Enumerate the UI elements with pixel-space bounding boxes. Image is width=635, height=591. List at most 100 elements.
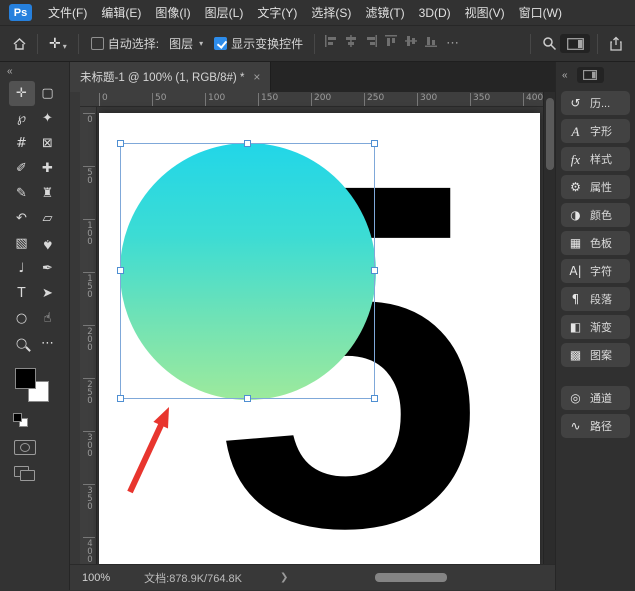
- hand-icon: ☝: [44, 312, 52, 325]
- panel-tab-channels[interactable]: ◎通道: [561, 386, 630, 410]
- screen-mode-button[interactable]: [14, 466, 36, 482]
- frame-tool[interactable]: ⊠: [35, 131, 61, 156]
- menu-layer[interactable]: 图层(L): [198, 4, 251, 21]
- quick-select-icon: ✦: [42, 112, 53, 125]
- align-bottom-icon[interactable]: [424, 34, 438, 53]
- menu-view[interactable]: 视图(V): [458, 4, 512, 21]
- transform-handle-n[interactable]: [244, 140, 251, 147]
- hand-tool[interactable]: ☝: [35, 306, 61, 331]
- align-left-icon[interactable]: [324, 34, 338, 53]
- move-icon: ✛: [16, 87, 27, 100]
- menu-filter[interactable]: 滤镜(T): [358, 4, 411, 21]
- history-brush-tool[interactable]: ↶: [9, 206, 35, 231]
- auto-select-target-dropdown[interactable]: 图层 ▾: [163, 32, 209, 55]
- more-tools[interactable]: ⋯: [35, 331, 61, 356]
- horizontal-scrollbar-handle[interactable]: [375, 573, 447, 582]
- panel-tab-properties[interactable]: ⚙属性: [561, 175, 630, 199]
- menu-type[interactable]: 文字(Y): [250, 4, 304, 21]
- close-tab-icon[interactable]: ×: [253, 70, 260, 84]
- transform-handle-s[interactable]: [244, 395, 251, 402]
- healing-tool[interactable]: ✚: [35, 156, 61, 181]
- blur-tool[interactable]: ♠: [35, 231, 61, 256]
- align-center-h-icon[interactable]: [344, 34, 358, 53]
- workspace-switcher-button[interactable]: [560, 34, 590, 53]
- panel-tab-pattern[interactable]: ▩图案: [561, 343, 630, 367]
- show-transform-checkbox[interactable]: [214, 37, 227, 50]
- zoom-icon: ○: [16, 337, 27, 350]
- panel-tab-gradient[interactable]: ◧渐变: [561, 315, 630, 339]
- pen-tool[interactable]: ✒: [35, 256, 61, 281]
- align-middle-icon[interactable]: [404, 34, 418, 53]
- home-icon[interactable]: [8, 33, 30, 55]
- clone-stamp-tool[interactable]: ♜: [35, 181, 61, 206]
- frame-icon: ⊠: [42, 137, 53, 150]
- foreground-color-swatch[interactable]: [15, 368, 36, 389]
- transform-handle-e[interactable]: [371, 267, 378, 274]
- lasso-tool[interactable]: ℘: [9, 106, 35, 131]
- panel-dock-header: «: [556, 62, 635, 88]
- document-tab[interactable]: 未标题-1 @ 100% (1, RGB/8#) * ×: [70, 62, 271, 92]
- clone-stamp-icon: ♜: [42, 187, 54, 200]
- menu-image[interactable]: 图像(I): [148, 4, 197, 21]
- align-right-icon[interactable]: [364, 34, 378, 53]
- marquee-tool[interactable]: ▢: [35, 81, 61, 106]
- document-info: 文档:878.9K/764.8K: [144, 570, 242, 586]
- gradient-tool[interactable]: ▧: [9, 231, 35, 256]
- divider: [37, 34, 38, 54]
- crop-tool[interactable]: #: [9, 131, 35, 156]
- search-icon[interactable]: [538, 33, 560, 55]
- pattern-icon: ▩: [568, 349, 583, 361]
- transform-handle-sw[interactable]: [117, 395, 124, 402]
- more-align-options-icon[interactable]: ⋯: [446, 36, 459, 51]
- dodge-tool[interactable]: ♩: [9, 256, 35, 281]
- ellipsis-icon: ⋯: [41, 337, 54, 350]
- vertical-scrollbar-handle[interactable]: [546, 98, 554, 170]
- menu-window[interactable]: 窗口(W): [512, 4, 569, 21]
- status-expand-icon[interactable]: ❯: [280, 572, 288, 583]
- panel-dock: « ↺历... A字形 fx样式 ⚙属性 ◑颜色 ▦色板 A|字符 ¶段落 ◧渐…: [555, 62, 635, 590]
- auto-select-checkbox[interactable]: [91, 37, 104, 50]
- transform-handle-se[interactable]: [371, 395, 378, 402]
- brush-tool[interactable]: ✎: [9, 181, 35, 206]
- expand-panels-icon[interactable]: «: [562, 70, 568, 81]
- ps-logo-icon[interactable]: Ps: [9, 4, 32, 21]
- menu-edit[interactable]: 编辑(E): [94, 4, 148, 21]
- menu-file[interactable]: 文件(F): [41, 4, 94, 21]
- vertical-ruler[interactable]: 0 50 100 150 200 250 300 350 400 450: [80, 107, 97, 564]
- eyedropper-tool[interactable]: ✐: [9, 156, 35, 181]
- transform-handle-ne[interactable]: [371, 140, 378, 147]
- move-tool[interactable]: ✛: [9, 81, 35, 106]
- panel-tab-character[interactable]: A|字符: [561, 259, 630, 283]
- align-top-icon[interactable]: [384, 34, 398, 53]
- panel-tab-paragraph[interactable]: ¶段落: [561, 287, 630, 311]
- default-colors-icon[interactable]: [13, 413, 30, 428]
- quick-select-tool[interactable]: ✦: [35, 106, 61, 131]
- current-tool-button[interactable]: ✛ ▾: [45, 35, 71, 53]
- path-select-tool[interactable]: ➤: [35, 281, 61, 306]
- panel-tab-swatches[interactable]: ▦色板: [561, 231, 630, 255]
- zoom-tool[interactable]: ○: [9, 331, 35, 356]
- transform-handle-w[interactable]: [117, 267, 124, 274]
- panel-tab-history[interactable]: ↺历...: [561, 91, 630, 115]
- share-icon[interactable]: [605, 33, 627, 55]
- transform-selection-box[interactable]: [120, 143, 375, 399]
- shape-tool[interactable]: ○: [9, 306, 35, 331]
- panel-tab-color[interactable]: ◑颜色: [561, 203, 630, 227]
- vertical-scrollbar[interactable]: [543, 92, 555, 564]
- panel-tab-styles[interactable]: fx样式: [561, 147, 630, 171]
- document-area: 未标题-1 @ 100% (1, RGB/8#) * × 0 50 100 15…: [70, 62, 555, 590]
- quick-mask-button[interactable]: [14, 440, 36, 455]
- eraser-tool[interactable]: ▱: [35, 206, 61, 231]
- type-tool[interactable]: T: [9, 281, 35, 306]
- canvas[interactable]: 5: [99, 113, 540, 564]
- panel-layout-icon[interactable]: [577, 67, 604, 83]
- auto-select-target-value: 图层: [169, 35, 193, 52]
- collapse-toolbar-button[interactable]: «: [0, 62, 69, 81]
- horizontal-ruler[interactable]: 0 50 100 150 200 250 300 350 400: [80, 92, 543, 107]
- transform-handle-nw[interactable]: [117, 140, 124, 147]
- menu-3d[interactable]: 3D(D): [412, 6, 458, 20]
- menu-select[interactable]: 选择(S): [304, 4, 358, 21]
- panel-tab-paths[interactable]: ∿路径: [561, 414, 630, 438]
- panel-tab-glyphs[interactable]: A字形: [561, 119, 630, 143]
- zoom-level[interactable]: 100%: [82, 572, 110, 584]
